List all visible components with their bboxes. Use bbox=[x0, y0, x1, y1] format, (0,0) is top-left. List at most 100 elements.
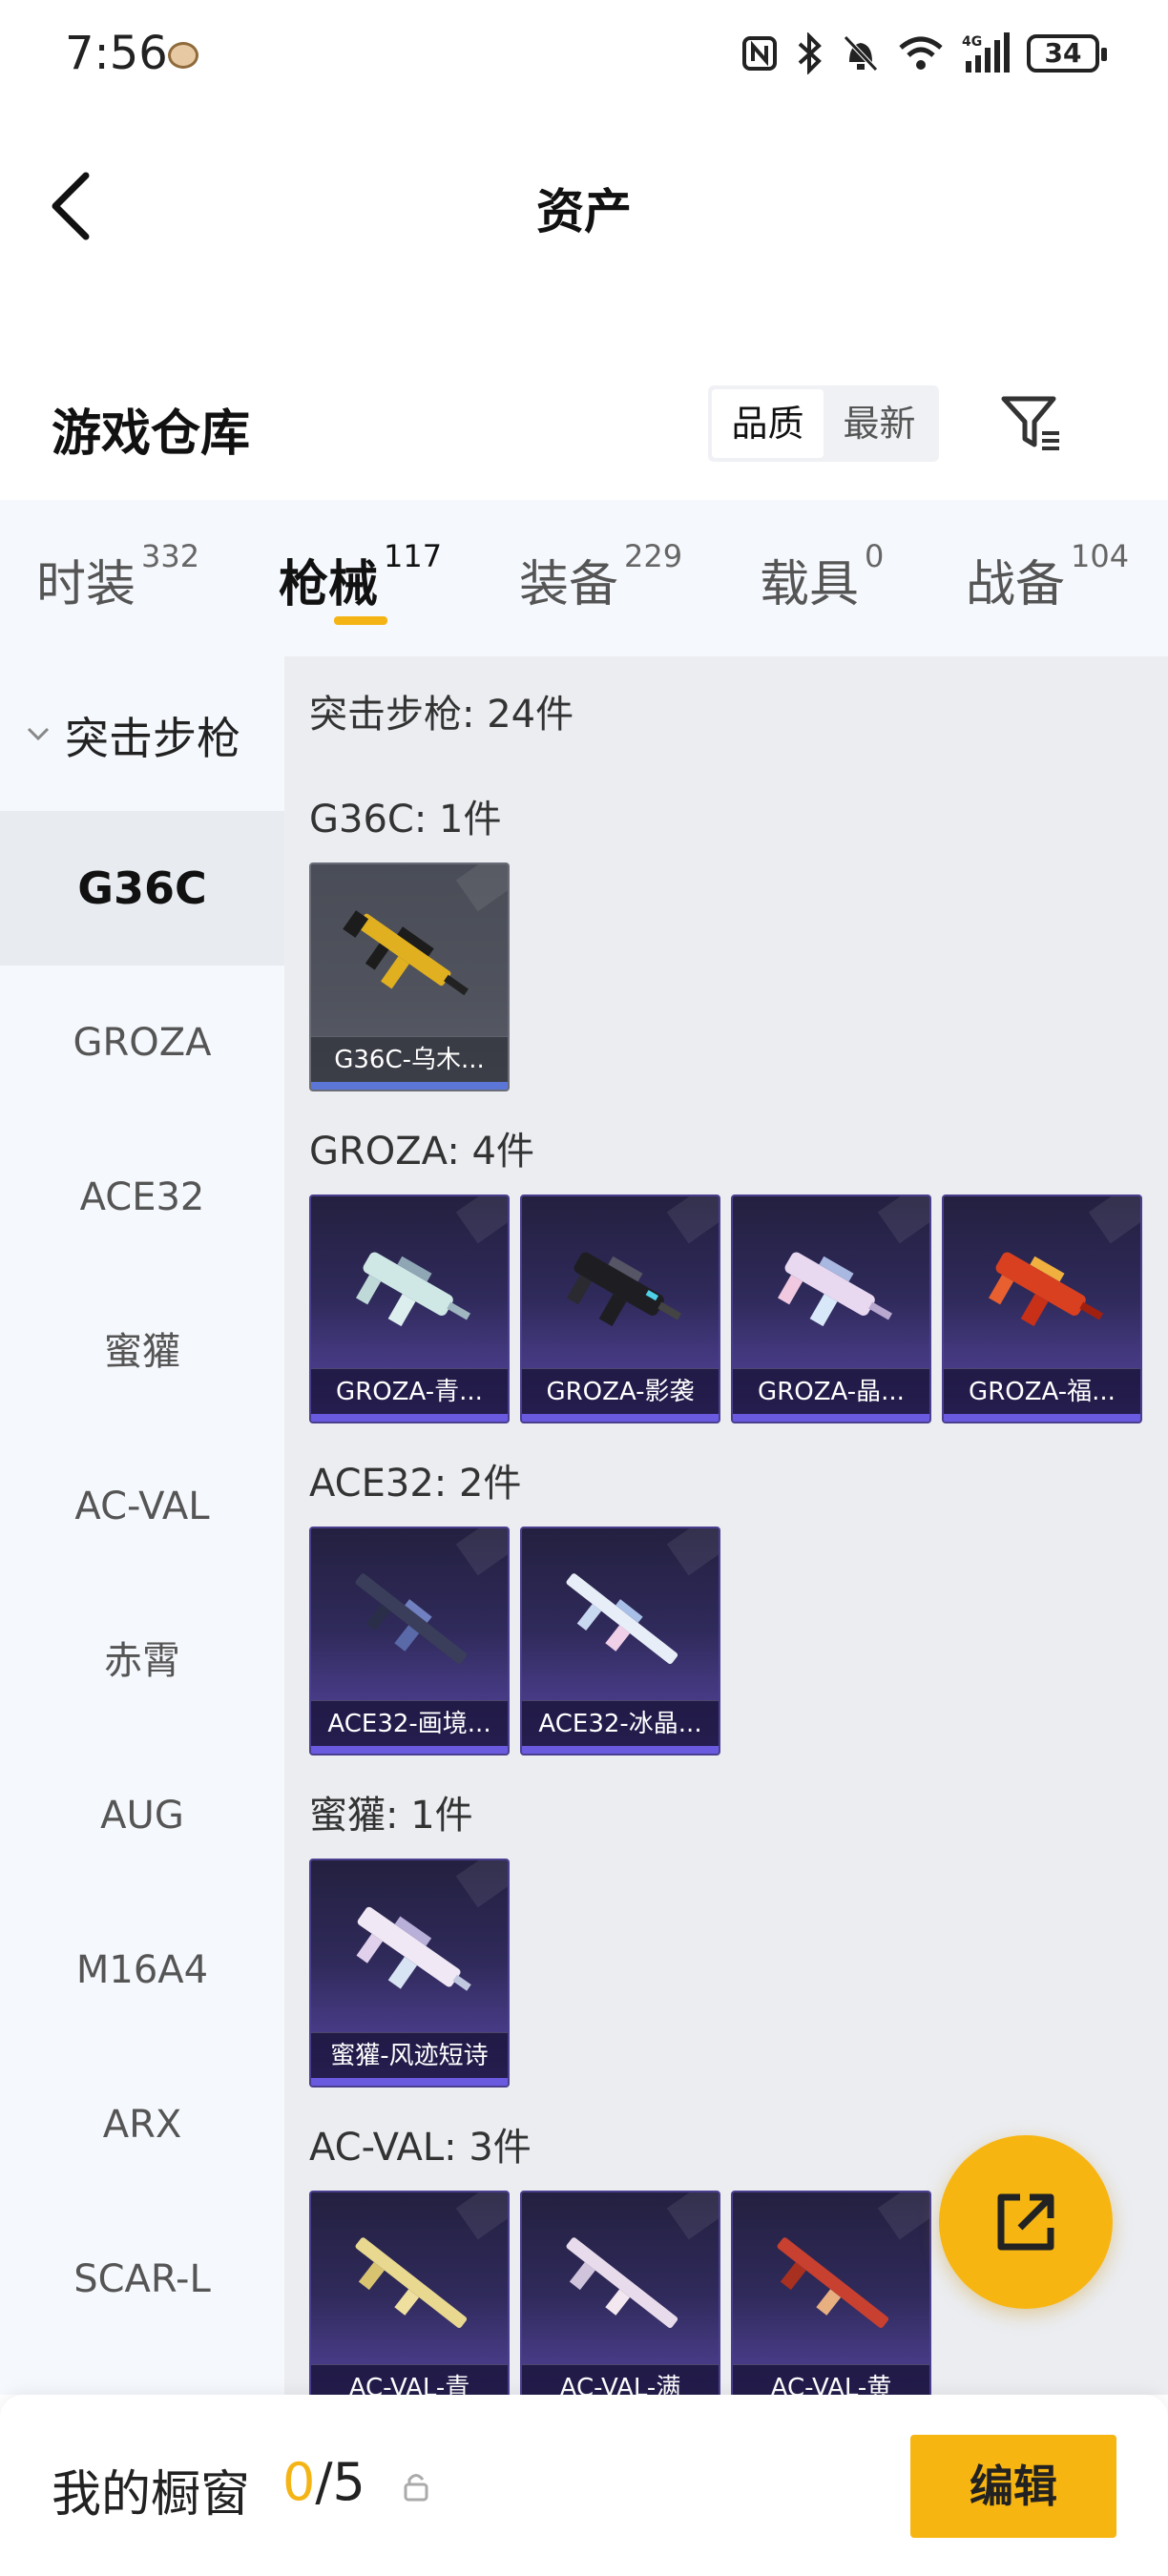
warehouse-title: 游戏仓库 bbox=[52, 405, 251, 463]
rifle-icon bbox=[355, 2237, 468, 2328]
rifle-icon bbox=[566, 2237, 678, 2328]
assets-page: 7:56 4G 34 资产 游戏仓库 品质 最新 时装 332 枪械 117 装备 2… bbox=[0, 0, 1168, 2576]
quality-bar bbox=[522, 1414, 719, 1422]
weapon-card-label: GROZA-青... bbox=[311, 1368, 508, 1414]
quality-bar bbox=[311, 2078, 508, 2086]
sidebar-item-ac-val[interactable]: AC-VAL bbox=[0, 1429, 284, 1584]
weapon-card[interactable]: AC-VAL-满 bbox=[520, 2191, 720, 2395]
tab-vehicles[interactable]: 载具 0 bbox=[760, 538, 884, 615]
tab-supplies[interactable]: 战备 104 bbox=[966, 538, 1129, 615]
bluetooth-icon bbox=[798, 32, 822, 74]
active-tab-indicator bbox=[334, 616, 387, 625]
tab-label: 战备 bbox=[966, 556, 1066, 613]
category-tabs: 时装 332 枪械 117 装备 229 载具 0 战备 104 bbox=[0, 500, 1168, 656]
weapon-card[interactable]: GROZA-影袭 bbox=[520, 1195, 720, 1423]
warehouse-header: 游戏仓库 品质 最新 bbox=[0, 372, 1168, 477]
rifle-icon bbox=[989, 1252, 1104, 1327]
weapon-card-label: 蜜獾-风迹短诗 bbox=[311, 2032, 508, 2078]
sidebar-item-groza[interactable]: GROZA bbox=[0, 966, 284, 1120]
weapon-card-label: GROZA-福... bbox=[944, 1368, 1140, 1414]
weapon-card[interactable]: ACE32-画境... bbox=[309, 1527, 510, 1755]
rifle-icon bbox=[567, 1252, 682, 1327]
filter-icon[interactable] bbox=[998, 389, 1067, 458]
weapon-card-label: GROZA-影袭 bbox=[522, 1368, 719, 1414]
weapon-card[interactable]: GROZA-青... bbox=[309, 1195, 510, 1423]
emoji-status-icon bbox=[168, 42, 198, 69]
signal-icon: 4G bbox=[962, 32, 1010, 73]
section-heading: G36C: 1件 bbox=[309, 798, 502, 841]
tab-weapons[interactable]: 枪械 117 bbox=[279, 538, 442, 615]
tab-count: 117 bbox=[384, 538, 443, 574]
sort-quality-button[interactable]: 品质 bbox=[712, 389, 824, 458]
battery-icon: 34 bbox=[1027, 34, 1107, 73]
quality-bar bbox=[311, 1082, 508, 1090]
weapon-card[interactable]: ACE32-冰晶... bbox=[520, 1527, 720, 1755]
wifi-icon bbox=[899, 36, 943, 70]
rifle-icon bbox=[566, 1573, 678, 1664]
weapon-card-label: GROZA-晶... bbox=[733, 1368, 929, 1414]
tab-label: 载具 bbox=[760, 556, 860, 613]
quality-bar bbox=[522, 1746, 719, 1754]
weapon-card[interactable]: GROZA-福... bbox=[942, 1195, 1142, 1423]
sidebar-item-scar-l[interactable]: SCAR-L bbox=[0, 2202, 284, 2357]
rifle-icon bbox=[356, 1906, 471, 1991]
showcase-title: 我的橱窗 bbox=[52, 2466, 251, 2524]
tab-equipment[interactable]: 装备 229 bbox=[519, 538, 682, 615]
weapon-content: 突击步枪: 24件 G36C: 1件 G36C-乌木... GROZA: 4件 … bbox=[284, 656, 1168, 2395]
weapon-card[interactable]: GROZA-晶... bbox=[731, 1195, 931, 1423]
rifle-icon bbox=[777, 2237, 889, 2328]
tab-label: 枪械 bbox=[279, 556, 379, 613]
sort-newest-button[interactable]: 最新 bbox=[824, 389, 935, 458]
showcase-current: 0 bbox=[282, 2452, 316, 2512]
chevron-down-icon bbox=[27, 727, 50, 741]
weapon-card[interactable]: 蜜獾-风迹短诗 bbox=[309, 1859, 510, 2088]
sidebar-item-ace32[interactable]: ACE32 bbox=[0, 1120, 284, 1275]
tab-count: 104 bbox=[1071, 538, 1130, 574]
showcase-count: 0/5 bbox=[282, 2452, 365, 2512]
rifle-icon bbox=[343, 910, 469, 996]
section-heading: AC-VAL: 3件 bbox=[309, 2126, 532, 2170]
share-external-icon bbox=[997, 2193, 1054, 2251]
weapon-card-label: ACE32-冰晶... bbox=[522, 1700, 719, 1746]
tab-count: 229 bbox=[624, 538, 683, 574]
tab-fashion[interactable]: 时装 332 bbox=[36, 538, 199, 615]
status-time: 7:56 bbox=[65, 27, 168, 80]
sidebar-item-honey-badger[interactable]: 蜜獾 bbox=[0, 1275, 284, 1429]
share-button[interactable] bbox=[939, 2135, 1113, 2309]
weapon-card-label: G36C-乌木... bbox=[311, 1036, 508, 1082]
sidebar-item-chixiao[interactable]: 赤霄 bbox=[0, 1584, 284, 1738]
sidebar-group-assault-rifle[interactable]: 突击步枪 bbox=[0, 656, 284, 811]
section-heading: ACE32: 2件 bbox=[309, 1462, 522, 1506]
weapon-card-label: ACE32-画境... bbox=[311, 1700, 508, 1746]
weapon-card-label: AC-VAL-满 bbox=[522, 2364, 719, 2395]
top-nav: 资产 bbox=[0, 134, 1168, 277]
sidebar-item-m16a4[interactable]: M16A4 bbox=[0, 1893, 284, 2047]
sidebar-item-aug[interactable]: AUG bbox=[0, 1738, 284, 1893]
sidebar-item-arx[interactable]: ARX bbox=[0, 2047, 284, 2202]
rifle-icon bbox=[355, 1573, 468, 1664]
section-heading: 蜜獾: 1件 bbox=[309, 1794, 473, 1838]
weapon-card[interactable]: G36C-乌木... bbox=[309, 862, 510, 1091]
tab-label: 时装 bbox=[36, 556, 136, 613]
weapon-card[interactable]: AC-VAL-青 bbox=[309, 2191, 510, 2395]
nfc-icon bbox=[742, 36, 777, 71]
status-bar: 7:56 4G 34 bbox=[0, 0, 1168, 114]
weapon-card[interactable]: AC-VAL-黄 bbox=[731, 2191, 931, 2395]
sidebar-group-label: 突击步枪 bbox=[65, 713, 240, 764]
category-summary: 突击步枪: 24件 bbox=[309, 693, 574, 737]
quality-bar bbox=[311, 1746, 508, 1754]
status-icons: 4G 34 bbox=[740, 32, 1107, 74]
svg-text:4G: 4G bbox=[962, 34, 982, 50]
tab-count: 0 bbox=[865, 538, 885, 574]
rifle-icon bbox=[356, 1252, 471, 1327]
showcase-bar: 我的橱窗 0/5 编辑 bbox=[0, 2395, 1168, 2576]
quality-bar bbox=[944, 1414, 1140, 1422]
lock-icon bbox=[404, 2474, 428, 2502]
edit-button[interactable]: 编辑 bbox=[910, 2435, 1116, 2538]
tab-label: 装备 bbox=[519, 556, 619, 613]
tab-count: 332 bbox=[141, 538, 200, 574]
mute-icon bbox=[844, 35, 878, 72]
sort-toggle: 品质 最新 bbox=[708, 385, 939, 462]
weapon-card-label: AC-VAL-黄 bbox=[733, 2364, 929, 2395]
sidebar-item-g36c[interactable]: G36C bbox=[0, 811, 284, 966]
